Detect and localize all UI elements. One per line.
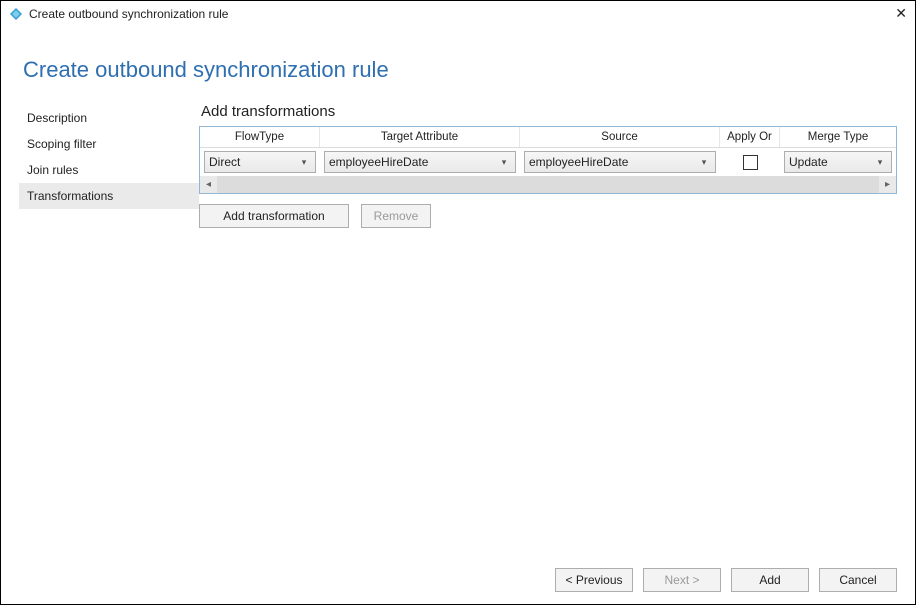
chevron-down-icon: ▾ [297,157,311,168]
table-row: Direct ▾ employeeHireDate ▾ [200,148,896,176]
col-header-source[interactable]: Source [520,127,720,147]
merge-type-select[interactable]: Update ▾ [784,151,892,173]
col-header-applyonce[interactable]: Apply Or [720,127,780,147]
dialog-window: Create outbound synchronization rule ✕ C… [0,0,916,605]
section-title: Add transformations [201,103,897,120]
target-attribute-select[interactable]: employeeHireDate ▾ [324,151,516,173]
source-value: employeeHireDate [529,155,697,169]
scroll-track[interactable] [217,176,879,193]
main-layout: Description Scoping filter Join rules Tr… [19,103,897,604]
col-header-targetattribute[interactable]: Target Attribute [320,127,520,147]
wizard-nav: Description Scoping filter Join rules Tr… [19,103,199,604]
nav-description[interactable]: Description [19,105,199,131]
target-attribute-value: employeeHireDate [329,155,497,169]
client-area: Create outbound synchronization rule Des… [1,27,915,604]
col-header-mergetype[interactable]: Merge Type [780,127,896,147]
apply-once-checkbox[interactable] [743,155,758,170]
remove-button[interactable]: Remove [361,204,431,228]
merge-type-value: Update [789,155,873,169]
grid-header-row: FlowType Target Attribute Source Apply O… [200,127,896,148]
add-button[interactable]: Add [731,568,809,592]
transformations-grid: FlowType Target Attribute Source Apply O… [199,126,897,194]
previous-button[interactable]: < Previous [555,568,633,592]
window-title: Create outbound synchronization rule [29,7,875,21]
nav-transformations[interactable]: Transformations [19,183,199,209]
wizard-footer: < Previous Next > Add Cancel [555,568,897,592]
chevron-down-icon: ▾ [873,157,887,168]
add-transformation-button[interactable]: Add transformation [199,204,349,228]
content-pane: Add transformations FlowType Target Attr… [199,103,897,604]
close-icon[interactable]: ✕ [875,5,907,22]
chevron-down-icon: ▾ [497,157,511,168]
nav-scoping-filter[interactable]: Scoping filter [19,131,199,157]
title-bar: Create outbound synchronization rule ✕ [1,1,915,27]
scroll-left-icon[interactable]: ◂ [200,176,217,193]
col-header-flowtype[interactable]: FlowType [200,127,320,147]
source-select[interactable]: employeeHireDate ▾ [524,151,716,173]
horizontal-scrollbar[interactable]: ◂ ▸ [200,176,896,193]
flowtype-value: Direct [209,155,297,169]
cancel-button[interactable]: Cancel [819,568,897,592]
grid-toolbar: Add transformation Remove [199,204,897,228]
flowtype-select[interactable]: Direct ▾ [204,151,316,173]
nav-join-rules[interactable]: Join rules [19,157,199,183]
app-icon [9,7,23,21]
chevron-down-icon: ▾ [697,157,711,168]
next-button[interactable]: Next > [643,568,721,592]
page-title: Create outbound synchronization rule [23,57,897,83]
scroll-right-icon[interactable]: ▸ [879,176,896,193]
